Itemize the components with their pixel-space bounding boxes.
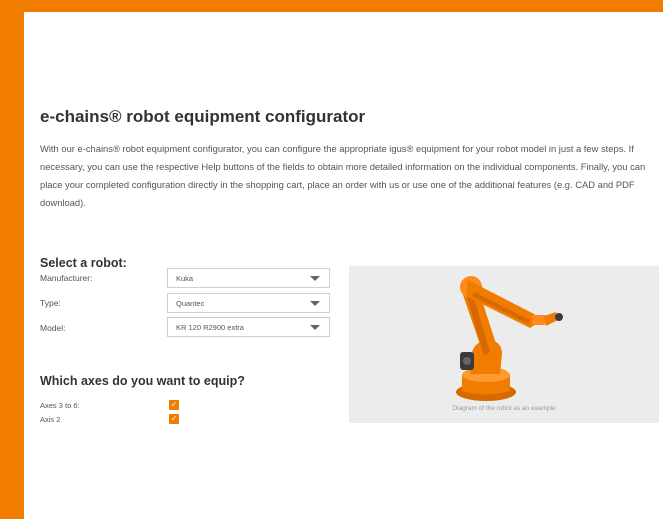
model-label: Model: bbox=[40, 323, 66, 333]
checkmark-icon: ✓ bbox=[170, 414, 178, 423]
robot-caption: Diagram of the robot as an example bbox=[452, 405, 556, 412]
chevron-down-icon bbox=[310, 276, 320, 281]
chevron-down-icon bbox=[310, 301, 320, 306]
robot-image bbox=[456, 276, 563, 401]
intro-text: With our e-chains® robot equipment confi… bbox=[40, 143, 646, 208]
select-robot-heading: Select a robot: bbox=[40, 256, 127, 270]
configurator-panel: e-chains® robot equipment configurator W… bbox=[24, 12, 663, 519]
page-title: e-chains® robot equipment configurator bbox=[40, 107, 366, 126]
axes-3-6-checkbox[interactable]: ✓ bbox=[169, 400, 179, 410]
model-value: KR 120 R2900 extra bbox=[176, 323, 244, 332]
axis-2-checkbox[interactable]: ✓ bbox=[169, 414, 179, 424]
axes-3-6-label: Axes 3 to 6: bbox=[40, 401, 80, 410]
axis-2-label: Axis 2 bbox=[40, 415, 61, 424]
model-select[interactable]: KR 120 R2900 extra bbox=[167, 317, 330, 337]
type-select[interactable]: Quantec bbox=[167, 293, 330, 313]
axes-heading: Which axes do you want to equip? bbox=[40, 374, 245, 388]
manufacturer-value: Kuka bbox=[176, 274, 194, 283]
chevron-down-icon bbox=[310, 325, 320, 330]
type-label: Type: bbox=[40, 298, 61, 308]
manufacturer-select[interactable]: Kuka bbox=[167, 268, 330, 288]
manufacturer-label: Manufacturer: bbox=[40, 273, 93, 283]
checkmark-icon: ✓ bbox=[170, 400, 178, 409]
type-value: Quantec bbox=[176, 299, 205, 308]
robot-preview: Diagram of the robot as an example bbox=[349, 266, 659, 423]
